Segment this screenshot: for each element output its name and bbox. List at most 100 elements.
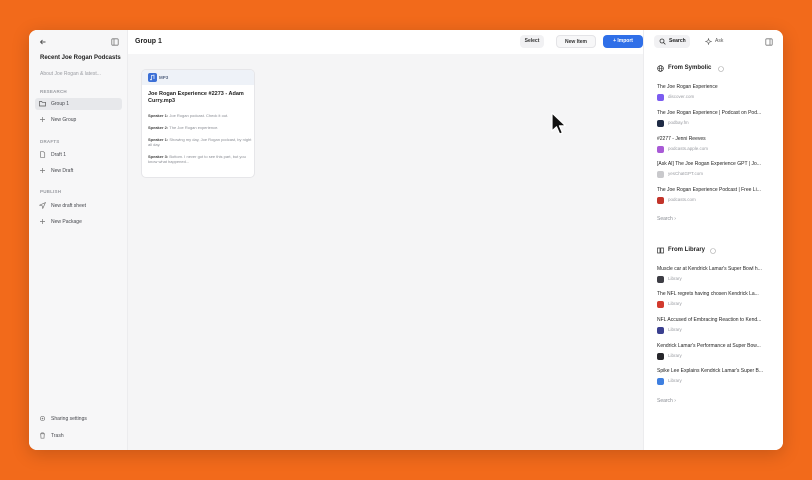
plus-icon (40, 219, 45, 224)
project-title: Recent Joe Rogan Podcasts (40, 55, 121, 61)
sidebar-item-draft-1[interactable]: Draft 1 (35, 149, 122, 161)
send-icon (39, 202, 46, 209)
sidebar-item-label: Sharing settings (51, 416, 87, 422)
search-result[interactable]: The Joe Rogan Experience | Podcast on Po… (657, 110, 779, 128)
main-area: Group 1 Select New Item + Import MP3 Joe… (128, 30, 643, 450)
section-title: From Library (668, 247, 706, 253)
sidebar-item-label: New Group (51, 117, 77, 123)
sidebar-item-label: Draft 1 (51, 152, 67, 158)
transcript-line: Speaker 3: Bottom. I never got to see th… (148, 154, 252, 164)
sidebar: Recent Joe Rogan Podcasts About Joe Roga… (29, 30, 128, 450)
result-title: NFL Accused of Embracing Reaction to Ken… (657, 317, 762, 323)
section-title: From Symbolic (668, 65, 712, 71)
search-result[interactable]: The Joe Rogan Experience discover.com (657, 84, 779, 102)
search-icon (659, 38, 666, 45)
library-more-link[interactable]: Search › (657, 398, 676, 404)
library-result[interactable]: Muscle car at Kendrick Lamar's Super Bow… (657, 266, 779, 284)
sidebar-item-new-draft-sheet[interactable]: New draft sheet (35, 200, 122, 212)
file-title: Joe Rogan Experience #2273 - Adam Curry.… (148, 91, 244, 104)
search-result[interactable]: [Ask AI] The Joe Rogan Experience GPT | … (657, 161, 779, 179)
back-arrow-icon[interactable] (39, 38, 47, 46)
tab-ask[interactable]: Ask (700, 35, 730, 48)
sidebar-item-sharing-settings[interactable]: Sharing settings (35, 413, 122, 425)
result-source: Library (668, 301, 682, 306)
speaker-label: Speaker 1: (148, 113, 169, 118)
result-source: Library (668, 353, 682, 358)
search-result[interactable]: #2277 - Jenni Reeves podcasts.apple.com (657, 136, 779, 154)
transcript-line: Speaker 1: Joe Rogan podcast. Check it o… (148, 113, 252, 118)
result-source: podbay.fm (668, 120, 689, 125)
file-card[interactable]: MP3 Joe Rogan Experience #2273 - Adam Cu… (141, 69, 255, 178)
thumbnail-icon (657, 301, 664, 308)
sidebar-item-new-group[interactable]: New Group (35, 114, 122, 126)
transcript-text: Joe Rogan podcast. Check it out. (168, 113, 229, 118)
transcript-line: Speaker 2: The Joe Rogan experience. (148, 125, 252, 130)
project-subtitle: About Joe Rogan & latest... (40, 71, 101, 77)
library-result[interactable]: The NFL regrets having chosen Kendrick L… (657, 291, 779, 309)
section-publish: PUBLISH (40, 189, 62, 194)
result-title: Kendrick Lamar's Performance at Super Bo… (657, 343, 761, 349)
research-panel: Search Ask From Symbolic The Joe Rogan E… (643, 30, 783, 450)
more-label: Search (657, 398, 673, 404)
tab-label: Search (669, 38, 686, 44)
info-icon[interactable] (718, 66, 724, 72)
result-title: The NFL regrets having chosen Kendrick L… (657, 291, 759, 297)
import-button[interactable]: + Import (603, 35, 643, 48)
library-result[interactable]: Spike Lee Explains Kendrick Lamar's Supe… (657, 368, 779, 386)
result-source: podcasts.com (668, 197, 696, 202)
result-title: Muscle car at Kendrick Lamar's Super Bow… (657, 266, 762, 272)
speaker-label: Speaker 2: (148, 125, 169, 130)
library-result[interactable]: NFL Accused of Embracing Reaction to Ken… (657, 317, 779, 335)
result-title: The Joe Rogan Experience | Podcast on Po… (657, 110, 762, 116)
result-source: discover.com (668, 94, 695, 99)
search-result[interactable]: The Joe Rogan Experience Podcast | Free … (657, 187, 779, 205)
plus-icon (40, 117, 45, 122)
toggle-sidebar-icon[interactable] (111, 38, 119, 46)
site-favicon-icon (657, 120, 664, 127)
thumbnail-icon (657, 353, 664, 360)
file-type-badge: MP3 (159, 75, 169, 80)
result-source: podcasts.apple.com (668, 146, 709, 151)
mouse-cursor-icon (551, 112, 567, 135)
select-button[interactable]: Select (520, 35, 544, 48)
section-drafts: DRAFTS (40, 139, 60, 144)
app-window: Recent Joe Rogan Podcasts About Joe Roga… (29, 30, 783, 450)
library-result[interactable]: Kendrick Lamar's Performance at Super Bo… (657, 343, 779, 361)
sidebar-item-label: Trash (51, 433, 64, 439)
sidebar-item-label: New Package (51, 219, 82, 225)
audio-file-icon (148, 73, 157, 82)
sidebar-item-group-1[interactable]: Group 1 (35, 98, 122, 110)
toolbar: Group 1 Select New Item + Import (128, 30, 643, 54)
symbolic-more-link[interactable]: Search › (657, 216, 676, 222)
site-favicon-icon (657, 197, 664, 204)
info-icon[interactable] (710, 248, 716, 254)
section-research: RESEARCH (40, 89, 67, 94)
trash-icon (40, 432, 45, 439)
result-title: #2277 - Jenni Reeves (657, 136, 706, 142)
folder-icon (39, 101, 46, 107)
result-source: yesChatGPT.com (668, 171, 704, 176)
thumbnail-icon (657, 378, 664, 385)
result-title: Spike Lee Explains Kendrick Lamar's Supe… (657, 368, 764, 374)
plus-icon (40, 168, 45, 173)
gear-icon (39, 415, 46, 422)
more-label: Search (657, 216, 673, 222)
sidebar-item-label: New Draft (51, 168, 74, 174)
sidebar-item-new-draft[interactable]: New Draft (35, 165, 122, 177)
site-favicon-icon (657, 146, 664, 153)
sidebar-item-new-package[interactable]: New Package (35, 216, 122, 228)
transcript-text: The Joe Rogan experience. (168, 125, 219, 130)
result-title: [Ask AI] The Joe Rogan Experience GPT | … (657, 161, 761, 167)
sidebar-item-trash[interactable]: Trash (35, 430, 122, 442)
result-title: The Joe Rogan Experience (657, 84, 718, 90)
globe-icon (657, 65, 664, 72)
document-icon (40, 151, 46, 158)
new-item-button[interactable]: New Item (556, 35, 596, 48)
result-source: Library (668, 378, 682, 383)
toggle-panel-icon[interactable] (765, 38, 773, 46)
tab-search[interactable]: Search (654, 35, 690, 48)
result-source: Library (668, 327, 682, 332)
transcript-line: Speaker 1: Showing my day, Joe Rogan pod… (148, 137, 252, 147)
result-source: Library (668, 276, 682, 281)
page-title: Group 1 (135, 38, 162, 45)
